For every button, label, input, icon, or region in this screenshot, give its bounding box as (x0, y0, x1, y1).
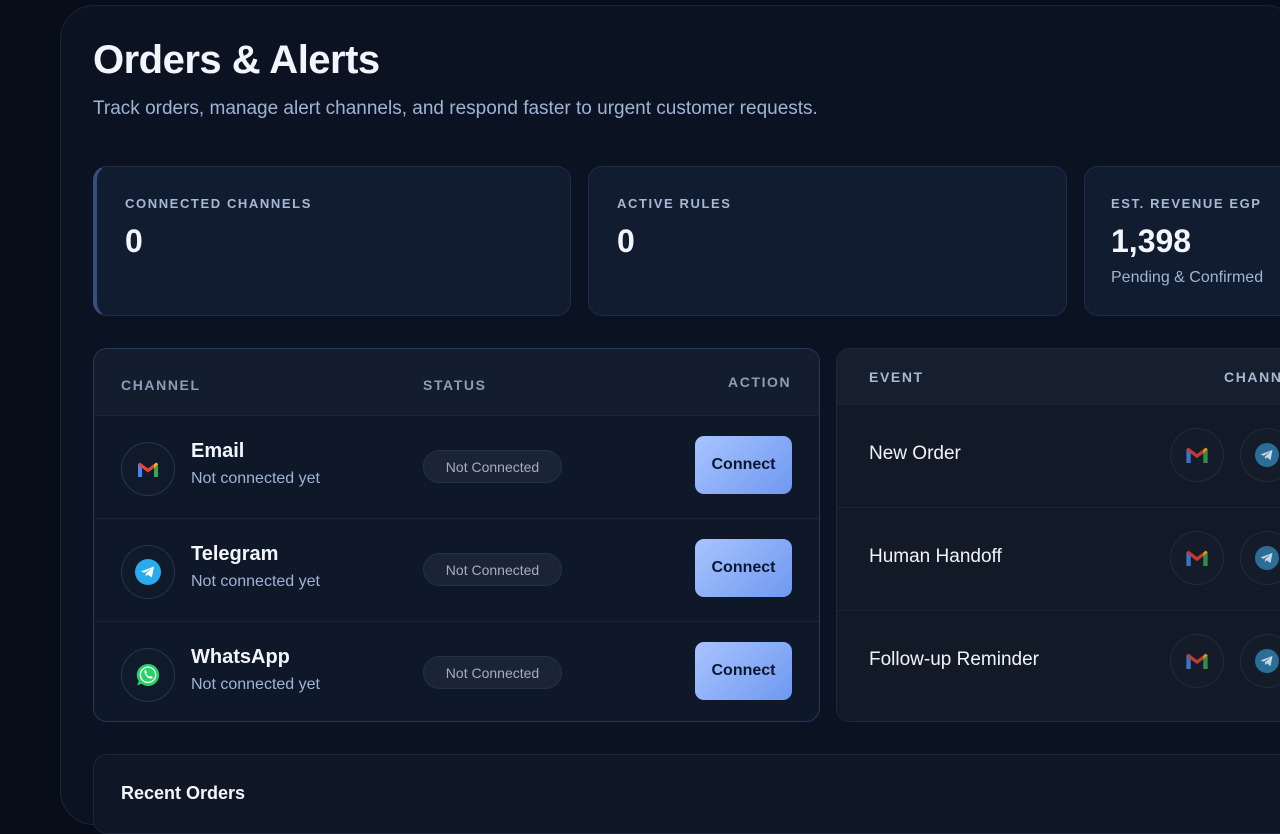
telegram-icon (121, 545, 175, 599)
channel-name: WhatsApp (191, 646, 290, 668)
channel-detail: Not connected yet (191, 470, 320, 487)
channel-row-whatsapp: WhatsApp Not connected yet Not Connected… (94, 621, 819, 721)
connect-email-button[interactable]: Connect (695, 436, 792, 494)
column-header-status: STATUS (423, 377, 487, 393)
status-badge: Not Connected (423, 450, 562, 483)
event-name: Follow-up Reminder (869, 649, 1040, 670)
stat-value: 1,398 (1111, 223, 1192, 259)
channel-row-telegram: Telegram Not connected yet Not Connected… (94, 518, 819, 621)
table-header: EVENT CHANN (837, 349, 1280, 404)
events-table: EVENT CHANN New Order Human Handoff Foll… (836, 348, 1280, 722)
channel-name: Email (191, 440, 245, 462)
gmail-icon[interactable] (1170, 531, 1224, 585)
whatsapp-icon (121, 648, 175, 702)
event-row-follow-up-reminder: Follow-up Reminder (837, 610, 1280, 713)
recent-orders-title: Recent Orders (121, 783, 246, 803)
channel-name: Telegram (191, 543, 279, 565)
telegram-icon[interactable] (1240, 634, 1280, 688)
stat-value: 0 (125, 223, 143, 259)
stat-sub: Pending & Confirmed (1111, 269, 1264, 286)
stat-card-connected-channels: CONNECTED CHANNELS 0 (93, 166, 571, 316)
connect-telegram-button[interactable]: Connect (695, 539, 792, 597)
gmail-icon[interactable] (1170, 634, 1224, 688)
event-row-human-handoff: Human Handoff (837, 507, 1280, 610)
stat-label: CONNECTED CHANNELS (125, 196, 312, 211)
status-badge: Not Connected (423, 553, 562, 586)
column-header-channel: CHANNEL (121, 377, 201, 393)
channel-detail: Not connected yet (191, 676, 320, 693)
stat-card-est-revenue: EST. REVENUE EGP 1,398 Pending & Confirm… (1084, 166, 1280, 316)
stat-label: ACTIVE RULES (617, 196, 732, 211)
event-name: Human Handoff (869, 546, 1002, 567)
column-header-event: EVENT (869, 369, 924, 385)
telegram-icon[interactable] (1240, 428, 1280, 482)
gmail-icon (121, 442, 175, 496)
channel-detail: Not connected yet (191, 573, 320, 590)
channels-table: CHANNEL STATUS ACTION Email Not connecte… (93, 348, 820, 722)
gmail-icon[interactable] (1170, 428, 1224, 482)
column-header-action: ACTION (728, 374, 792, 390)
connect-whatsapp-button[interactable]: Connect (695, 642, 792, 700)
recent-orders-panel: Recent Orders (93, 754, 1280, 834)
status-badge: Not Connected (423, 656, 562, 689)
stat-value: 0 (617, 223, 635, 259)
event-name: New Order (869, 443, 961, 464)
telegram-icon[interactable] (1240, 531, 1280, 585)
event-row-new-order: New Order (837, 404, 1280, 507)
page-subtitle: Track orders, manage alert channels, and… (93, 98, 818, 119)
column-header-channels: CHANN (1224, 369, 1280, 385)
stat-card-active-rules: ACTIVE RULES 0 (588, 166, 1067, 316)
page-title: Orders & Alerts (93, 38, 380, 82)
table-header: CHANNEL STATUS ACTION (94, 349, 819, 415)
stat-label: EST. REVENUE EGP (1111, 196, 1262, 211)
channel-row-email: Email Not connected yet Not Connected Co… (94, 415, 819, 518)
